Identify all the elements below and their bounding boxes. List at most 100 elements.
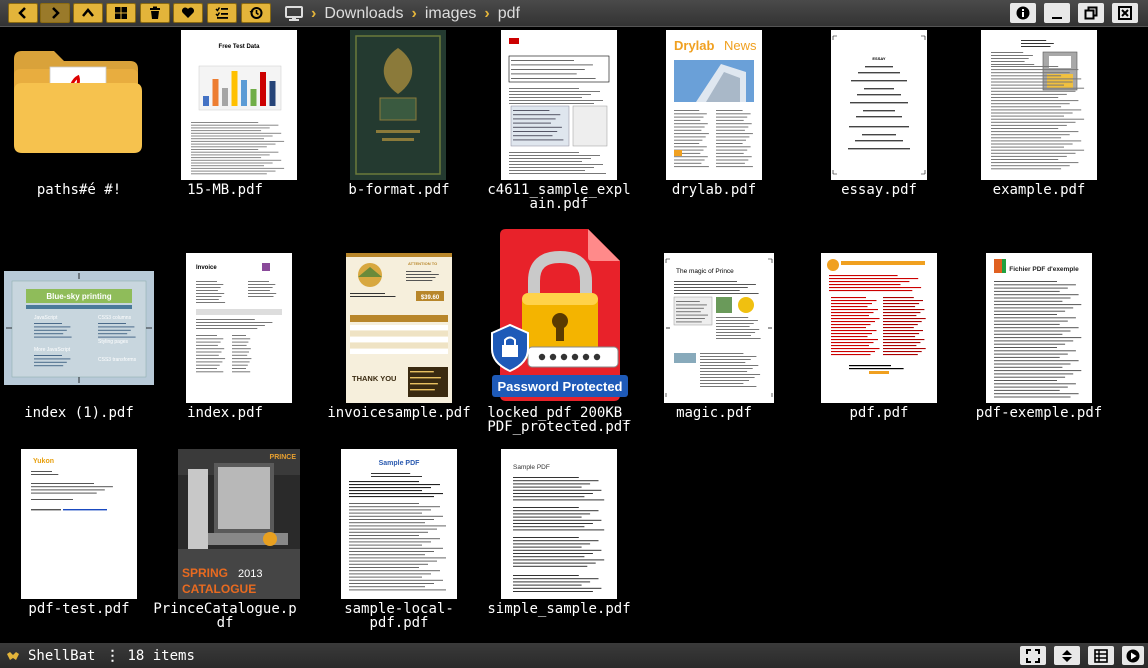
app-menu-button[interactable]: ⋮ bbox=[105, 648, 119, 664]
pdf-thumbnail[interactable]: The magic of Prince bbox=[664, 253, 774, 403]
minimize-button[interactable] bbox=[1044, 3, 1070, 23]
thumb-title: Free Test Data bbox=[219, 44, 261, 50]
restore-button[interactable] bbox=[1078, 3, 1104, 23]
pdf-thumbnail[interactable] bbox=[981, 30, 1097, 180]
file-name: drylab.pdf bbox=[671, 182, 757, 198]
folder-pdf-icon[interactable] bbox=[10, 47, 142, 153]
thumb-thank-you: THANK YOU bbox=[352, 374, 396, 383]
file-name: 15-MB.pdf bbox=[187, 182, 263, 198]
file-name: c4611_sample_expl ain.pdf bbox=[487, 182, 631, 212]
pdf-thumbnail[interactable] bbox=[821, 253, 937, 403]
minimize-icon bbox=[1052, 17, 1062, 19]
pdf-thumbnail[interactable] bbox=[501, 30, 617, 180]
thumb-brand: PRINCE bbox=[270, 454, 297, 461]
svg-text:JavaScript: JavaScript bbox=[34, 315, 58, 321]
forward-button[interactable] bbox=[40, 3, 70, 23]
play-button[interactable] bbox=[1122, 646, 1144, 665]
file-name: simple_sample.pdf bbox=[487, 601, 631, 617]
file-name: b-format.pdf bbox=[348, 182, 450, 198]
file-grid: paths#é #! Free Test Data 15-MB.pdf b-fo… bbox=[0, 27, 1148, 640]
pdf-thumbnail[interactable]: Invoice bbox=[186, 253, 292, 403]
sort-button[interactable] bbox=[1054, 646, 1080, 665]
thumb-title: Blue-sky printing bbox=[46, 292, 111, 301]
forward-icon bbox=[52, 7, 60, 19]
breadcrumb: › Downloads › images › pdf bbox=[285, 0, 520, 27]
back-icon bbox=[18, 7, 26, 19]
file-name: invoicesample.pdf bbox=[327, 405, 471, 421]
back-button[interactable] bbox=[8, 3, 38, 23]
favorite-button[interactable] bbox=[173, 3, 203, 23]
fullscreen-button[interactable] bbox=[1020, 646, 1046, 665]
restore-icon bbox=[1084, 6, 1098, 20]
history-icon bbox=[249, 7, 263, 19]
view-mode-button[interactable] bbox=[1088, 646, 1114, 665]
thumb-title: Drylab bbox=[674, 38, 715, 53]
thumb-year: 2013 bbox=[238, 568, 262, 580]
select-button[interactable] bbox=[207, 3, 237, 23]
pdf-thumbnail[interactable]: Free Test Data bbox=[181, 30, 297, 180]
thumb-logo: Yukon bbox=[33, 458, 54, 465]
checklist-icon bbox=[215, 7, 228, 19]
locked-pdf-icon[interactable]: Password Protected bbox=[488, 225, 628, 405]
file-name: pdf-test.pdf bbox=[28, 601, 130, 617]
pdf-thumbnail[interactable]: Sample PDF bbox=[341, 449, 457, 599]
info-icon bbox=[1016, 6, 1030, 20]
svg-text:More JavaScript: More JavaScript bbox=[34, 347, 71, 353]
heart-icon bbox=[181, 7, 195, 18]
chevron-right-icon: › bbox=[484, 4, 490, 22]
close-icon bbox=[1118, 6, 1132, 20]
pdf-thumbnail[interactable]: PRINCE SPRING 2013 CATALOGUE bbox=[178, 449, 300, 599]
windows-icon bbox=[115, 7, 127, 19]
up-icon bbox=[82, 8, 94, 17]
file-name: essay.pdf bbox=[841, 182, 917, 198]
file-name: PrinceCatalogue.p df bbox=[153, 601, 297, 631]
history-button[interactable] bbox=[241, 3, 271, 23]
breadcrumb-images[interactable]: images bbox=[425, 5, 477, 23]
svg-text:Styling pages: Styling pages bbox=[98, 339, 129, 345]
pdf-thumbnail[interactable]: Yukon bbox=[21, 449, 137, 599]
play-icon bbox=[1126, 649, 1140, 662]
thumb-title: ESSAY bbox=[872, 56, 886, 61]
file-name: index.pdf bbox=[187, 405, 263, 421]
thumb-price: $39.60 bbox=[421, 295, 440, 301]
pdf-thumbnail[interactable]: ESSAY bbox=[831, 30, 927, 180]
file-name: example.pdf bbox=[992, 182, 1086, 198]
fullscreen-icon bbox=[1026, 648, 1040, 663]
file-name: pdf-exemple.pdf bbox=[975, 405, 1103, 421]
trash-icon bbox=[150, 6, 160, 19]
file-name: paths#é #! bbox=[36, 182, 122, 198]
file-name: locked_pdf_200KB_ PDF_protected.pdf bbox=[487, 405, 631, 435]
thumb-spring: SPRING bbox=[182, 566, 228, 580]
thumb-title: Sample PDF bbox=[513, 464, 550, 471]
info-button[interactable] bbox=[1010, 3, 1036, 23]
file-name: sample-local- pdf.pdf bbox=[344, 601, 454, 631]
svg-text:CSS3 transforms: CSS3 transforms bbox=[98, 357, 137, 363]
status-bar: ShellBat ⋮ 18 items bbox=[0, 643, 1148, 668]
breadcrumb-downloads[interactable]: Downloads bbox=[324, 5, 403, 23]
windows-button[interactable] bbox=[106, 3, 136, 23]
pdf-thumbnail[interactable]: ATTENTION TO $39.60 THANK YOU bbox=[346, 253, 452, 403]
monitor-icon[interactable] bbox=[285, 5, 303, 22]
thumb-title: Invoice bbox=[196, 265, 217, 271]
up-button[interactable] bbox=[73, 3, 103, 23]
toolbar: › Downloads › images › pdf bbox=[0, 0, 1148, 27]
pdf-thumbnail[interactable]: Blue-sky printing JavaScript CSS3 column… bbox=[4, 271, 154, 385]
thumb-title: Sample PDF bbox=[379, 460, 421, 467]
file-name: magic.pdf bbox=[676, 405, 752, 421]
svg-text:CSS3 columns: CSS3 columns bbox=[98, 315, 132, 321]
pdf-thumbnail[interactable]: Drylab News bbox=[666, 30, 762, 180]
close-button[interactable] bbox=[1112, 3, 1138, 23]
shellbat-logo-icon bbox=[7, 651, 19, 660]
item-count: 18 items bbox=[127, 647, 195, 664]
pdf-thumbnail[interactable]: Fichier PDF d'exemple bbox=[986, 253, 1092, 403]
breadcrumb-pdf[interactable]: pdf bbox=[498, 5, 520, 23]
delete-button[interactable] bbox=[140, 3, 170, 23]
lock-banner: Password Protected bbox=[498, 379, 623, 394]
thumb-subtitle: News bbox=[724, 38, 757, 53]
thumb-catalogue: CATALOGUE bbox=[182, 582, 256, 596]
pdf-thumbnail[interactable]: Sample PDF bbox=[501, 449, 617, 599]
pdf-thumbnail[interactable] bbox=[350, 30, 446, 180]
chevron-right-icon: › bbox=[311, 4, 317, 22]
chevron-right-icon: › bbox=[411, 4, 417, 22]
app-name: ShellBat bbox=[28, 647, 96, 664]
